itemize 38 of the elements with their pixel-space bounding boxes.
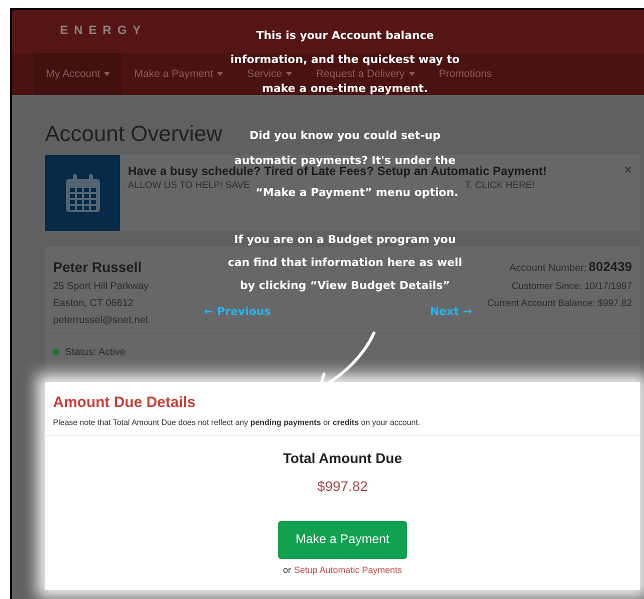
or-text: or [282,564,291,576]
logo-text: ENERGY [60,22,147,39]
tour-tip-text: This is your Account balance [256,29,434,42]
promo-subtitle: ALLOW US TO HELP! SAVE [128,180,250,192]
setup-automatic-payments-link[interactable]: Setup Automatic Payments [294,564,402,577]
address-line: peterrussel@snet.net [53,314,149,328]
tour-tip-text: If you are on a Budget program you [234,233,456,246]
nav-item[interactable]: Make a Payment [122,68,236,80]
tour-tip-text: can find that information here as well [228,256,462,269]
nav-item[interactable]: My Account [34,53,122,95]
nav-item[interactable]: Promotions [426,68,504,80]
tour-tip-text: Did you know you could set-up [250,129,440,142]
total-amount: $997.82 [317,476,368,496]
tour-tip-text: information, and the quickest way to [230,53,460,66]
close-button[interactable]: × [624,163,632,176]
tour-tip-text: automatic payments? It's under the [234,154,456,167]
make-payment-button[interactable]: Make a Payment [278,520,407,558]
tour-tip-text: make a one-time payment. [262,82,428,95]
tour-tip-text: “Make a Payment” menu option. [256,186,458,199]
next-link[interactable]: Next → [430,304,472,320]
customer-name: Peter Russell [53,258,143,277]
note-text: Please note that Total Amount Due does not reflect any pending payments or credits on your account. [53,416,422,428]
nav-item[interactable]: Service [235,68,304,80]
promo-subtitle: T. CLICK HERE! [464,180,535,192]
calendar-icon [66,174,100,212]
page-title: Account Overview [45,123,222,145]
account-number-label: Account Number: [509,262,587,276]
account-balance: Current Account Balance: $997.82 [487,296,632,310]
address-line: Easton, CT 06612 [53,297,134,311]
tour-tip-text: by clicking “View Budget Details” [240,279,450,292]
customer-since: Customer Since: 10/17/1997 [512,280,632,294]
previous-link[interactable]: ← Previous [204,304,271,320]
section-title: Amount Due Details [53,393,197,413]
total-label: Total Amount Due [283,448,402,468]
status-text: Status: Active [65,346,126,360]
account-number: 802439 [588,258,632,276]
nav-item[interactable]: Request a Delivery [304,68,427,80]
address-line: 25 Sport Hill Parkway [53,280,149,294]
